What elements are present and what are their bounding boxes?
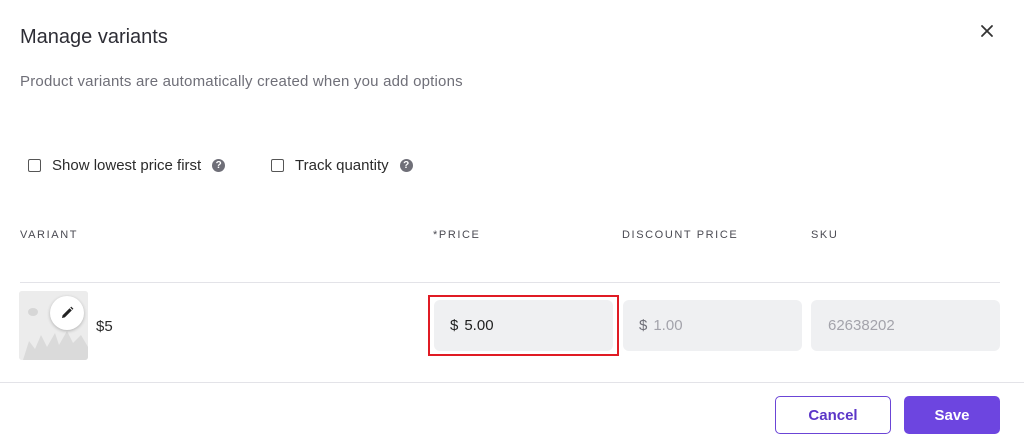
- discount-price-input[interactable]: [653, 317, 774, 334]
- footer-divider: [0, 382, 1024, 383]
- dialog-title: Manage variants: [20, 26, 168, 48]
- pencil-icon: [62, 306, 74, 318]
- option-show-lowest-price: Show lowest price first ?: [28, 157, 226, 174]
- column-header-discount-price: DISCOUNT PRICE: [622, 229, 739, 241]
- table-divider: [20, 282, 1000, 283]
- currency-symbol: $: [639, 317, 648, 334]
- sku-input[interactable]: [828, 317, 948, 334]
- show-lowest-price-checkbox[interactable]: [28, 159, 41, 172]
- price-field[interactable]: $: [434, 300, 613, 351]
- column-header-price: *PRICE: [433, 229, 481, 241]
- sku-field[interactable]: [811, 300, 1000, 351]
- cancel-button[interactable]: Cancel: [775, 396, 891, 434]
- track-quantity-checkbox[interactable]: [271, 159, 284, 172]
- track-quantity-label: Track quantity: [295, 157, 389, 174]
- save-button[interactable]: Save: [904, 396, 1000, 434]
- help-icon[interactable]: ?: [212, 159, 226, 172]
- show-lowest-price-label: Show lowest price first: [52, 157, 202, 174]
- currency-symbol: $: [450, 317, 459, 334]
- column-header-variant: VARIANT: [20, 229, 79, 241]
- discount-price-field[interactable]: $: [623, 300, 802, 351]
- variant-name: $5: [96, 318, 113, 335]
- edit-image-button[interactable]: [50, 296, 84, 330]
- price-input[interactable]: [464, 317, 585, 334]
- dialog-subtitle: Product variants are automatically creat…: [20, 73, 463, 90]
- option-track-quantity: Track quantity ?: [271, 157, 413, 174]
- help-icon[interactable]: ?: [399, 159, 413, 172]
- close-icon[interactable]: [976, 20, 998, 42]
- column-header-sku: SKU: [811, 229, 839, 241]
